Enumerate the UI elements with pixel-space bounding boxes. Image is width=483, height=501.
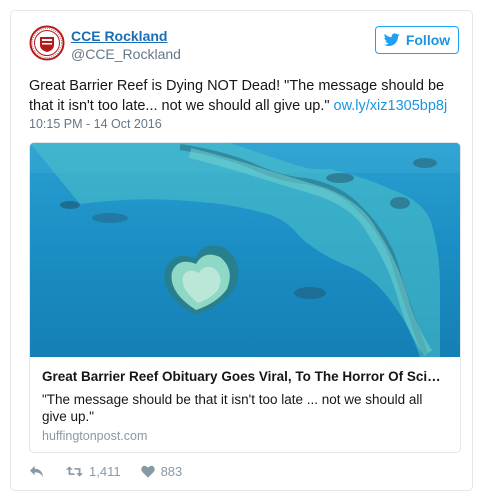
author-name[interactable]: CCE Rockland: [71, 28, 167, 44]
reply-icon: [30, 465, 43, 478]
tweet-link[interactable]: ow.ly/xiz1305bp8j: [334, 98, 448, 114]
seal-logo-icon: [29, 25, 65, 61]
link-card[interactable]: Great Barrier Reef Obituary Goes Viral, …: [29, 142, 461, 453]
retweet-icon: [66, 466, 83, 477]
card-title[interactable]: Great Barrier Reef Obituary Goes Viral, …: [42, 369, 448, 384]
twitter-bird-icon: [383, 33, 400, 46]
reef-aerial-image: [30, 143, 460, 357]
heart-icon: [140, 465, 155, 478]
reply-button[interactable]: [29, 465, 44, 478]
retweet-button[interactable]: 1,411: [66, 464, 121, 479]
card-description: "The message should be that it isn't too…: [42, 392, 423, 424]
tweet-text: Great Barrier Reef is Dying NOT Dead! "T…: [29, 76, 459, 116]
tweet-actions: 1,411 883: [29, 464, 202, 479]
avatar[interactable]: [29, 25, 65, 61]
follow-button[interactable]: Follow: [375, 26, 459, 54]
follow-label: Follow: [405, 32, 451, 48]
tweet-card: CCE Rockland @CCE_Rockland Follow Great …: [10, 10, 473, 491]
like-count: 883: [160, 464, 183, 479]
author-handle[interactable]: @CCE_Rockland: [71, 46, 181, 62]
timestamp[interactable]: 10:15 PM - 14 Oct 2016: [29, 117, 162, 131]
like-button[interactable]: 883: [140, 464, 183, 479]
card-domain[interactable]: huffingtonpost.com: [42, 429, 147, 443]
retweet-count: 1,411: [89, 464, 121, 479]
